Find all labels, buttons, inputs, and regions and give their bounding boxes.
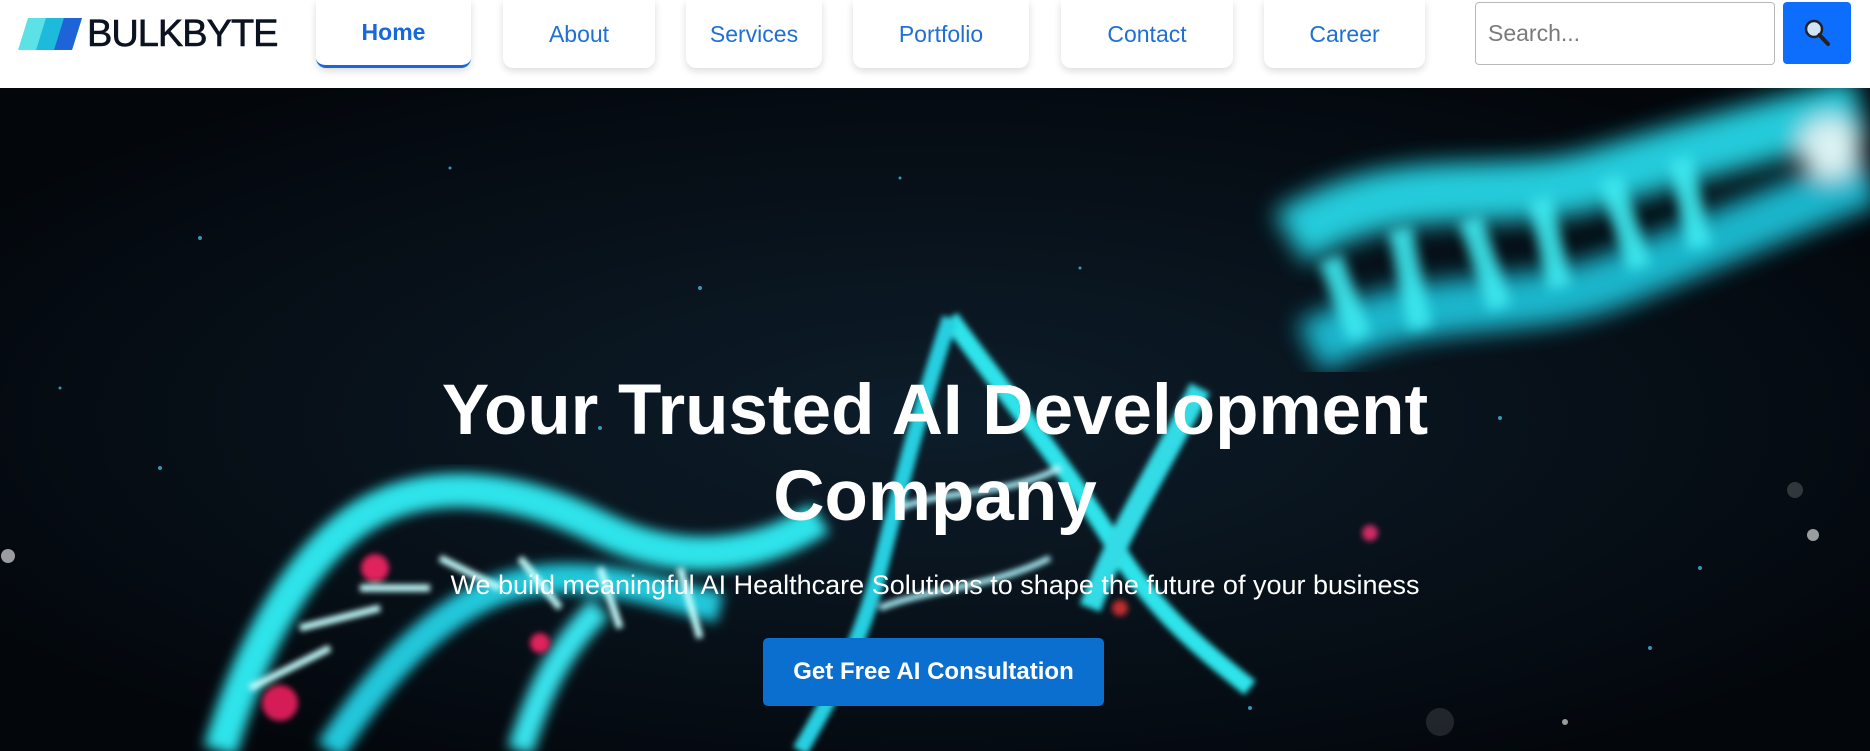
nav-career[interactable]: Career [1264, 0, 1425, 68]
nav-services[interactable]: Services [686, 0, 822, 68]
logo-mark-icon [18, 18, 82, 50]
nav-home[interactable]: Home [316, 0, 471, 68]
consultation-cta-button[interactable]: Get Free AI Consultation [763, 638, 1104, 706]
nav-about[interactable]: About [503, 0, 655, 68]
nav-portfolio[interactable]: Portfolio [853, 0, 1029, 68]
brand-name: BULKBYTE [87, 13, 279, 55]
hero-subtitle: We build meaningful AI Healthcare Soluti… [450, 570, 1420, 600]
search-button[interactable] [1783, 2, 1851, 64]
top-navbar: BULKBYTE Home About Services Portfolio C… [0, 0, 1870, 88]
search-icon [1804, 19, 1830, 46]
brand-logo[interactable]: BULKBYTE [18, 13, 279, 55]
hero-title: Your Trusted AI Development Company [441, 371, 1429, 536]
search-input[interactable] [1475, 2, 1775, 65]
nav-contact[interactable]: Contact [1061, 0, 1233, 68]
hero-section: Your Trusted AI Development Company We b… [0, 88, 1870, 751]
